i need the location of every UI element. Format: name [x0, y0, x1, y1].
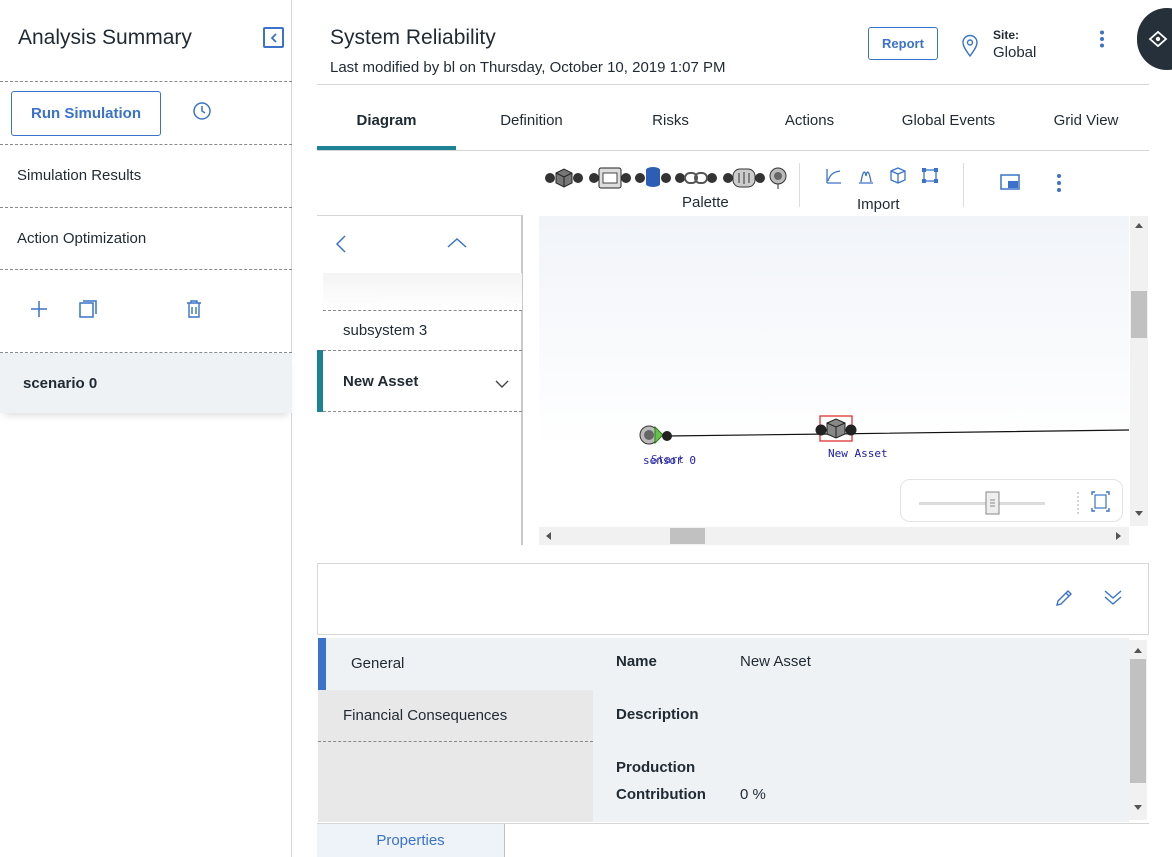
overview-toggle-icon[interactable] [1000, 174, 1020, 195]
run-simulation-button[interactable]: Run Simulation [11, 91, 161, 136]
chevron-down-icon[interactable] [494, 376, 510, 394]
node-label-new-asset: New Asset [828, 447, 888, 460]
assistant-button[interactable] [1137, 8, 1172, 70]
import-distribution-icon[interactable] [859, 171, 873, 184]
properties-tab[interactable]: Properties [317, 824, 505, 857]
tab-grid-view[interactable]: Grid View [1018, 112, 1154, 129]
import-structure-icon[interactable] [922, 168, 938, 183]
prop-contribution-value: 0 % [740, 786, 766, 803]
active-section-indicator [318, 638, 326, 690]
edit-pencil-icon[interactable] [1054, 588, 1074, 613]
zoom-slider-track[interactable] [919, 502, 1045, 505]
divider [318, 741, 593, 742]
active-item-indicator [317, 350, 323, 412]
chevron-up-icon[interactable] [446, 236, 468, 255]
delete-icon[interactable] [185, 299, 203, 324]
details-header [317, 563, 1149, 635]
collapse-down-icon[interactable] [1103, 588, 1123, 611]
add-icon[interactable] [29, 299, 49, 324]
tree-item-new-asset[interactable]: New Asset [343, 373, 418, 390]
toolbar-more-icon[interactable] [1055, 173, 1063, 198]
tab-definition[interactable]: Definition [462, 112, 601, 129]
location-pin-icon [960, 34, 980, 63]
tab-diagram[interactable]: Diagram [317, 112, 456, 129]
page-title: System Reliability [330, 26, 496, 49]
tree-item-empty[interactable] [323, 273, 522, 310]
header-divider [317, 84, 1149, 85]
prop-contribution-label: Contribution [616, 786, 706, 803]
simulation-results-link[interactable]: Simulation Results [17, 167, 141, 184]
palette-asset-icon[interactable] [545, 168, 583, 188]
prop-name-value: New Asset [740, 653, 811, 670]
site-label: Site: [993, 28, 1020, 42]
tabs-divider [317, 150, 1149, 151]
last-modified-text: Last modified by bl on Thursday, October… [330, 59, 726, 76]
divider [323, 310, 522, 311]
connection-line[interactable] [666, 429, 1129, 437]
palette-database-icon[interactable] [635, 167, 671, 187]
assistant-icon [1148, 30, 1168, 48]
palette-buffer-icon[interactable] [589, 167, 631, 189]
import-label: Import [857, 196, 900, 213]
toolbar-separator [799, 163, 800, 207]
import-icons [825, 166, 941, 191]
prop-name-label: Name [616, 653, 657, 670]
palette-label: Palette [682, 194, 729, 211]
prop-description-label: Description [616, 706, 699, 723]
tab-risks[interactable]: Risks [601, 112, 740, 129]
action-optimization-link[interactable]: Action Optimization [17, 230, 146, 247]
scenario-label: scenario 0 [23, 375, 98, 392]
import-asset-icon[interactable] [890, 167, 906, 184]
tab-global-events[interactable]: Global Events [879, 112, 1018, 129]
node-label-start: Start [651, 453, 685, 466]
palette-switch-icon[interactable] [723, 168, 765, 188]
import-weibull-icon[interactable] [826, 169, 841, 184]
properties-scrollbar[interactable] [1129, 640, 1147, 820]
tree-item-subsystem[interactable]: subsystem 3 [343, 322, 427, 339]
start-sensor-node[interactable] [639, 425, 672, 445]
new-asset-node[interactable] [815, 415, 857, 442]
collapse-panel-button[interactable] [263, 27, 284, 48]
canvas-horizontal-scrollbar[interactable] [539, 527, 1129, 545]
panel-title: Analysis Summary [18, 26, 192, 49]
history-clock-icon[interactable] [192, 101, 212, 126]
toolbar-separator [963, 163, 964, 207]
section-financial-consequences[interactable]: Financial Consequences [343, 707, 507, 724]
palette-items [544, 164, 790, 195]
report-button[interactable]: Report [868, 27, 938, 60]
zoom-slider-handle[interactable] [985, 491, 1000, 515]
zoom-control [900, 479, 1123, 522]
divider [323, 411, 522, 412]
divider [323, 350, 522, 351]
analysis-summary-panel: Analysis Summary Run Simulation Simulati… [0, 0, 292, 857]
divider [0, 207, 292, 208]
divider [0, 81, 292, 82]
tab-actions[interactable]: Actions [740, 112, 879, 129]
copy-icon[interactable] [78, 299, 98, 324]
divider [0, 269, 292, 270]
palette-sensor-icon[interactable] [769, 167, 787, 189]
fit-to-screen-icon[interactable] [1091, 491, 1110, 512]
canvas-vertical-scrollbar[interactable] [1130, 216, 1148, 526]
palette-link-icon[interactable] [675, 172, 717, 184]
more-vert-icon[interactable] [1098, 30, 1106, 53]
chevron-left-icon[interactable] [334, 234, 348, 259]
prop-production-label: Production [616, 759, 696, 776]
divider [0, 144, 292, 145]
chevron-left-icon [270, 32, 277, 43]
section-general-label: General [351, 655, 405, 672]
site-value[interactable]: Global [993, 44, 1036, 61]
